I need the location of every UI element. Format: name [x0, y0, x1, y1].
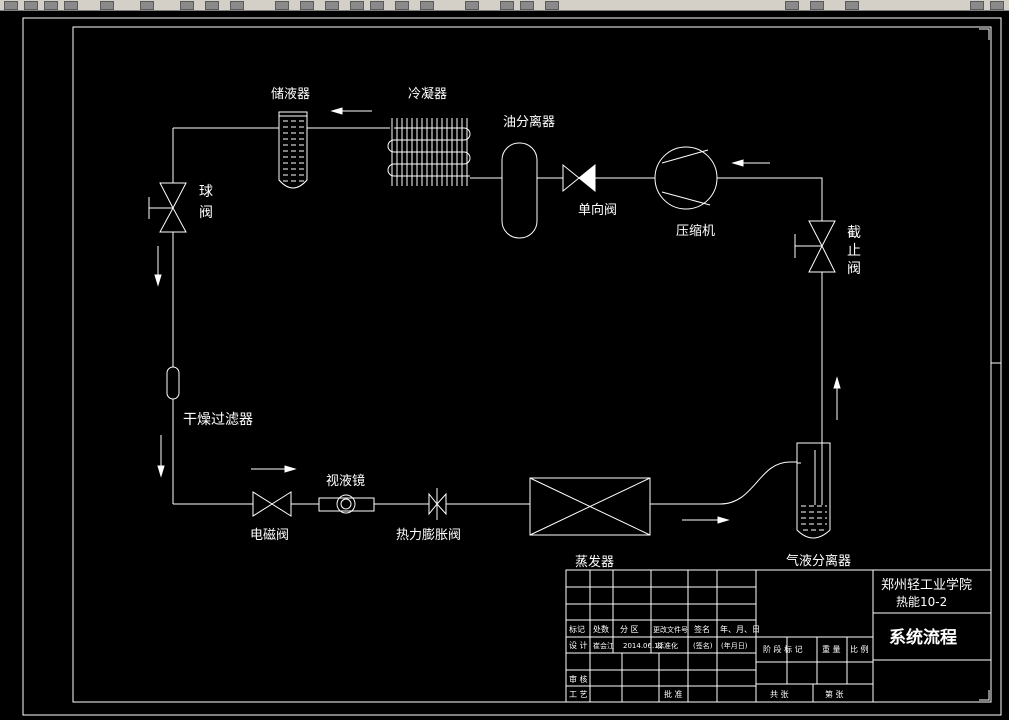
condenser	[387, 118, 471, 186]
compressor-label: 压缩机	[676, 223, 715, 239]
tb-sheet-no: 第 张	[825, 689, 844, 699]
flow-arrows	[154, 107, 841, 524]
flow-arrow-head	[731, 159, 744, 167]
tb-header-sign: 签名	[694, 624, 710, 634]
pipe-evaporator-separator	[650, 461, 797, 505]
expansion-valve-right	[436, 492, 447, 516]
toolbar-icon[interactable]	[4, 1, 18, 10]
check-valve-label: 单向阀	[578, 202, 617, 218]
toolbar-icon[interactable]	[275, 1, 289, 10]
tb-class: 热能10-2	[896, 595, 947, 609]
toolbar-icon[interactable]	[44, 1, 58, 10]
check-valve-flap	[578, 163, 596, 193]
expansion-valve-label: 热力膨胀阀	[396, 528, 461, 543]
stop-valve-label-3: 阀	[847, 261, 861, 277]
tb-total-sheets: 共 张	[770, 690, 789, 699]
flow-arrow-head	[717, 516, 730, 524]
tb-header-date: 年、月、日	[720, 624, 760, 634]
solenoid-valve-left	[252, 491, 273, 517]
check-valve-body	[562, 163, 580, 193]
toolbar-icon[interactable]	[810, 1, 824, 10]
tb-design-label: 设 计	[569, 640, 588, 650]
drawing-canvas[interactable]: 储液器 冷凝器 油分离器 单向阀 压缩机 截 止 阀 球 阀 干燥过滤器 电磁阀…	[0, 10, 1009, 720]
toolbar-icon[interactable]	[785, 1, 799, 10]
tb-drawing-title: 系统流程	[889, 627, 957, 648]
toolbar-icon[interactable]	[545, 1, 559, 10]
ball-valve-top	[159, 182, 187, 210]
flow-arrow-head	[284, 465, 297, 473]
solenoid-valve-label: 电磁阀	[250, 528, 289, 543]
toolbar-icon[interactable]	[990, 1, 1004, 10]
ball-valve-label-1: 球	[199, 184, 213, 200]
receiver-label: 储液器	[271, 87, 310, 102]
tb-header-mark: 标记	[569, 624, 585, 634]
toolbar-icon[interactable]	[140, 1, 154, 10]
receiver-vessel	[278, 111, 308, 189]
sight-glass-label: 视液镜	[326, 474, 365, 489]
tb-process: 工 艺	[569, 690, 588, 699]
tb-date-placeholder: (年月日)	[721, 641, 748, 650]
sight-glass-inner	[340, 498, 352, 510]
flow-arrow-head	[157, 465, 165, 478]
toolbar-icon[interactable]	[520, 1, 534, 10]
stop-valve-bottom	[808, 244, 836, 273]
toolbar-icon[interactable]	[325, 1, 339, 10]
gas-liquid-separator-label: 气液分离器	[786, 553, 851, 569]
ball-valve-label-2: 阀	[199, 205, 213, 221]
tb-header-count: 处数	[593, 624, 609, 634]
tb-designer: 崔会江	[593, 641, 614, 650]
toolbar-icon[interactable]	[395, 1, 409, 10]
tb-school: 郑州轻工业学院	[881, 577, 972, 593]
toolbar-icon[interactable]	[180, 1, 194, 10]
drier-filter-label: 干燥过滤器	[183, 412, 253, 428]
compressor-line	[661, 191, 711, 206]
tb-approve: 批 准	[664, 689, 683, 699]
tb-header-zone: 分 区	[620, 625, 639, 634]
pipe-compressor-stopvalve	[717, 177, 823, 221]
stop-valve-label-2: 止	[847, 243, 861, 259]
toolbar-icon[interactable]	[300, 1, 314, 10]
tb-stage-mark: 阶 段 标 记	[763, 644, 803, 654]
toolbar-icon[interactable]	[205, 1, 219, 10]
toolbar-icon[interactable]	[465, 1, 479, 10]
frame-corner-mark	[979, 28, 990, 40]
condenser-label: 冷凝器	[408, 86, 447, 102]
toolbar-icon[interactable]	[100, 1, 114, 10]
toolbar-icon[interactable]	[350, 1, 364, 10]
drier-filter-body	[166, 366, 180, 400]
flow-arrow-head	[833, 376, 841, 389]
toolbar-icon[interactable]	[970, 1, 984, 10]
stop-valve-label-1: 截	[847, 225, 861, 241]
expansion-valve-left	[428, 492, 438, 516]
toolbar-icon[interactable]	[64, 1, 78, 10]
tb-signature: (签名)	[693, 641, 713, 650]
toolbar-icon[interactable]	[845, 1, 859, 10]
toolbar-icon[interactable]	[500, 1, 514, 10]
solenoid-valve-right	[271, 491, 292, 517]
oil-separator-vessel	[501, 142, 538, 239]
flow-arrow-head	[154, 274, 162, 287]
tb-weight: 重 量	[822, 644, 841, 654]
evaporator-label: 蒸发器	[575, 554, 614, 570]
toolbar-icon[interactable]	[230, 1, 244, 10]
stop-valve-top	[808, 220, 836, 248]
tb-standardization: 标准化	[657, 641, 678, 650]
tb-scale: 比 例	[850, 644, 869, 654]
flow-arrow-head	[330, 107, 343, 115]
toolbar-icon[interactable]	[420, 1, 434, 10]
toolbar-icon[interactable]	[24, 1, 38, 10]
tb-header-change-doc: 更改文件号	[653, 625, 688, 634]
frame-corner-mark	[979, 690, 990, 701]
ball-valve-bottom	[159, 206, 187, 233]
toolbar-icon[interactable]	[370, 1, 384, 10]
tb-review: 审 核	[569, 674, 588, 684]
oil-separator-label: 油分离器	[503, 114, 555, 130]
